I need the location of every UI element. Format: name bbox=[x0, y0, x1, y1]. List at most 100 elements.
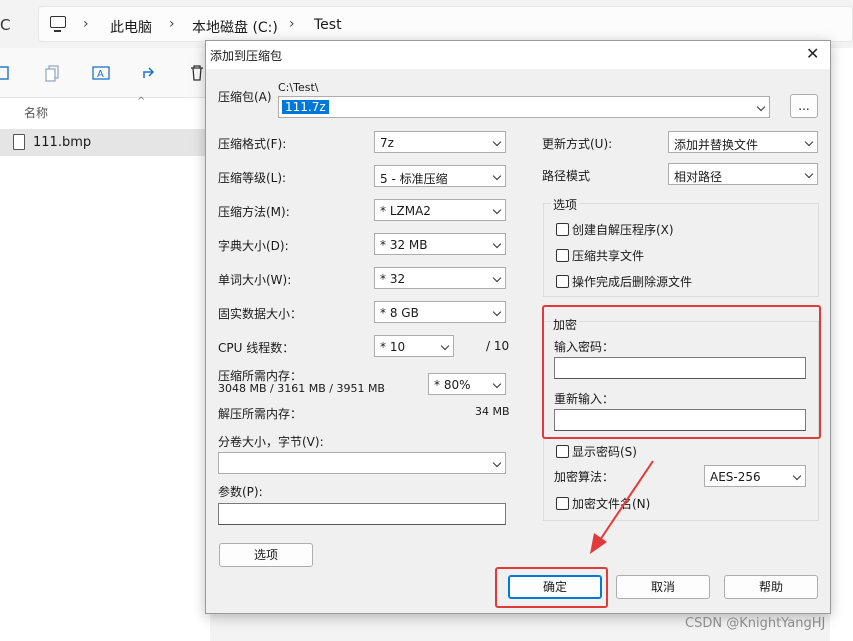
shared-files-checkbox[interactable] bbox=[556, 249, 569, 262]
encryption-method-select[interactable]: AES-256 bbox=[704, 465, 806, 487]
encryption-method-value: AES-256 bbox=[710, 470, 761, 484]
params-label: 参数(P): bbox=[218, 485, 263, 499]
cancel-button[interactable]: 取消 bbox=[616, 575, 710, 599]
delete-after-checkbox[interactable] bbox=[556, 275, 569, 288]
column-header: 名称 ^ bbox=[0, 96, 210, 124]
options-group: 选项 创建自解压程序(X) 压缩共享文件 操作完成后删除源文件 bbox=[543, 196, 819, 297]
cpu-threads-value: * 10 bbox=[380, 340, 406, 354]
chevron-down-icon bbox=[792, 471, 802, 481]
chevron-right-icon: › bbox=[169, 16, 175, 32]
arrow-annotation bbox=[590, 460, 654, 554]
path-mode-label: 路径模式 bbox=[542, 169, 591, 183]
word-size-select[interactable]: * 32 bbox=[374, 267, 506, 289]
archive-path: C:\Test\ bbox=[278, 81, 319, 94]
chevron-down-icon bbox=[492, 205, 502, 215]
options-button[interactable]: 选项 bbox=[219, 543, 313, 567]
dictionary-label: 字典大小(D): bbox=[218, 239, 289, 253]
options-group-title: 选项 bbox=[551, 196, 580, 213]
level-value: 5 - 标准压缩 bbox=[380, 172, 448, 186]
method-value: * LZMA2 bbox=[380, 204, 431, 218]
breadcrumb-test[interactable]: Test bbox=[314, 17, 342, 33]
split-size-label: 分卷大小，字节(V): bbox=[218, 435, 324, 449]
format-label: 压缩格式(F): bbox=[218, 137, 287, 151]
chevron-down-icon bbox=[492, 458, 502, 468]
new-item-icon[interactable] bbox=[0, 64, 12, 82]
split-size-combobox[interactable] bbox=[218, 452, 506, 474]
dictionary-select[interactable]: * 32 MB bbox=[374, 233, 506, 255]
archive-label: 压缩包(A) bbox=[218, 90, 272, 104]
share-icon[interactable] bbox=[141, 64, 159, 82]
chevron-down-icon bbox=[492, 171, 502, 181]
refresh-icon[interactable]: C bbox=[0, 16, 10, 34]
memory-percent-select[interactable]: * 80% bbox=[428, 373, 506, 395]
dialog-title: 添加到压缩包 bbox=[210, 49, 283, 63]
method-select[interactable]: * LZMA2 bbox=[374, 199, 506, 221]
update-mode-label: 更新方式(U): bbox=[542, 137, 613, 151]
reenter-password-label: 重新输入： bbox=[554, 392, 615, 406]
solid-size-label: 固实数据大小： bbox=[218, 307, 303, 321]
level-select[interactable]: 5 - 标准压缩 bbox=[374, 165, 506, 187]
params-input[interactable] bbox=[218, 503, 506, 525]
decompress-memory-label: 解压所需内存： bbox=[218, 407, 303, 421]
delete-after-label: 操作完成后删除源文件 bbox=[572, 275, 693, 289]
level-label: 压缩等级(L): bbox=[218, 171, 287, 185]
copy-icon[interactable] bbox=[44, 64, 62, 82]
password-input[interactable] bbox=[554, 357, 806, 379]
show-password-checkbox[interactable] bbox=[556, 445, 569, 458]
dialog-titlebar: 添加到压缩包 ✕ bbox=[206, 41, 830, 69]
cpu-threads-select[interactable]: * 10 bbox=[374, 335, 454, 357]
computer-icon bbox=[50, 16, 66, 32]
update-mode-value: 添加并替换文件 bbox=[674, 138, 759, 152]
chevron-right-icon: › bbox=[83, 16, 89, 32]
word-size-value: * 32 bbox=[380, 272, 406, 286]
rename-icon[interactable]: A bbox=[92, 64, 110, 82]
password-label: 输入密码： bbox=[554, 340, 615, 354]
address-bar[interactable]: › 此电脑 › 本地磁盘 (C:) › Test bbox=[38, 6, 853, 42]
chevron-down-icon bbox=[804, 137, 814, 147]
solid-size-value: * 8 GB bbox=[380, 306, 419, 320]
encryption-group-title: 加密 bbox=[551, 316, 580, 333]
update-mode-select[interactable]: 添加并替换文件 bbox=[668, 131, 818, 153]
archive-name-combobox[interactable]: 111.7z bbox=[278, 96, 770, 118]
solid-size-select[interactable]: * 8 GB bbox=[374, 301, 506, 323]
column-name-header[interactable]: 名称 bbox=[24, 104, 48, 121]
word-size-label: 单词大小(W): bbox=[218, 273, 292, 287]
explorer-toolbar: A bbox=[0, 48, 210, 98]
reenter-password-input[interactable] bbox=[554, 409, 806, 431]
format-select[interactable]: 7z bbox=[374, 131, 506, 153]
sort-up-icon: ^ bbox=[137, 96, 146, 107]
add-to-archive-dialog: 添加到压缩包 ✕ 压缩包(A) C:\Test\ 111.7z ... 压缩格式… bbox=[205, 40, 831, 614]
chevron-down-icon bbox=[756, 102, 766, 112]
chevron-down-icon bbox=[492, 379, 502, 389]
chevron-right-icon: › bbox=[289, 16, 295, 32]
breadcrumb-local-disk[interactable]: 本地磁盘 (C:) bbox=[192, 17, 278, 37]
list-item[interactable]: 111.bmp bbox=[0, 129, 210, 156]
chevron-down-icon bbox=[492, 307, 502, 317]
path-mode-select[interactable]: 相对路径 bbox=[668, 163, 818, 185]
explorer-right-pane bbox=[830, 48, 853, 641]
delete-icon[interactable] bbox=[188, 64, 206, 82]
cpu-threads-total: / 10 bbox=[486, 339, 510, 353]
compress-memory-values: 3048 MB / 3161 MB / 3951 MB bbox=[218, 382, 385, 395]
chevron-down-icon bbox=[804, 169, 814, 179]
file-list: 111.bmp bbox=[0, 124, 210, 641]
watermark: CSDN @KnightYangHJ bbox=[685, 616, 826, 631]
ok-button[interactable]: 确定 bbox=[508, 575, 602, 599]
help-button[interactable]: 帮助 bbox=[724, 575, 818, 599]
memory-percent-value: * 80% bbox=[434, 378, 471, 392]
decompress-memory-value: 34 MB bbox=[475, 405, 510, 418]
format-value: 7z bbox=[380, 136, 394, 150]
chevron-down-icon bbox=[492, 273, 502, 283]
encrypt-names-checkbox[interactable] bbox=[556, 497, 569, 510]
browse-button[interactable]: ... bbox=[790, 94, 818, 118]
archive-name-value: 111.7z bbox=[282, 100, 329, 114]
close-icon[interactable]: ✕ bbox=[806, 44, 819, 63]
file-icon bbox=[13, 134, 25, 150]
breadcrumb-this-pc[interactable]: 此电脑 bbox=[110, 17, 152, 37]
sfx-checkbox[interactable] bbox=[556, 223, 569, 236]
file-name: 111.bmp bbox=[33, 135, 92, 150]
method-label: 压缩方法(M): bbox=[218, 205, 290, 219]
shared-files-label: 压缩共享文件 bbox=[572, 249, 645, 263]
sfx-label: 创建自解压程序(X) bbox=[572, 223, 674, 237]
chevron-down-icon bbox=[492, 137, 502, 147]
